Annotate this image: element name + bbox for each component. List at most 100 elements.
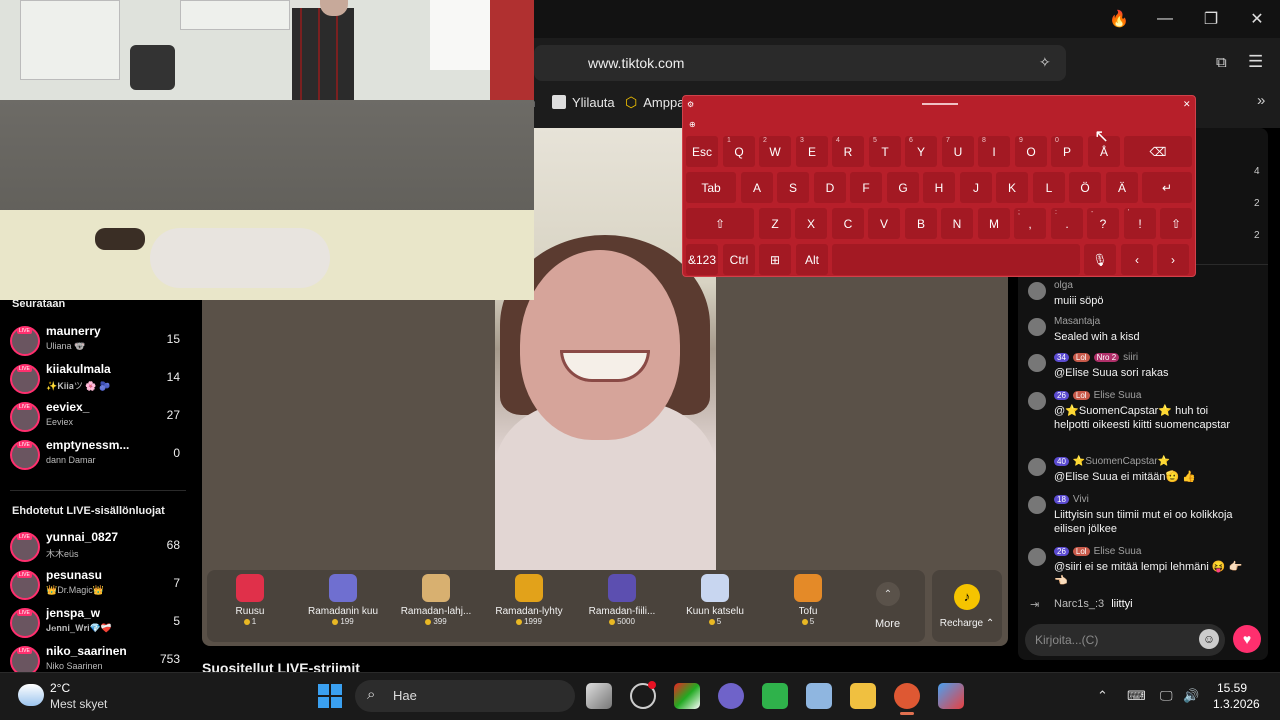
chat-username[interactable]: Elise Suua xyxy=(1094,390,1142,401)
file-explorer-icon[interactable] xyxy=(850,683,876,709)
minimize-button[interactable]: — xyxy=(1142,0,1188,38)
like-heart-button[interactable]: ♥ xyxy=(1233,625,1261,653)
key-o[interactable]: 9O xyxy=(1015,136,1047,167)
start-button[interactable] xyxy=(318,684,342,708)
clock-date[interactable]: 1.3.2026 xyxy=(1213,697,1260,711)
gift-item[interactable]: Ruusu 1 xyxy=(205,574,295,626)
key-tab[interactable]: Tab xyxy=(686,172,736,203)
flame-icon[interactable]: 🔥 xyxy=(1096,0,1142,38)
key-⊞[interactable]: ⊞ xyxy=(759,244,791,275)
key-🎙[interactable]: 🎙 xyxy=(1084,244,1116,275)
key-h[interactable]: H xyxy=(923,172,955,203)
duckduckgo-icon[interactable] xyxy=(894,683,920,709)
emoji-icon[interactable]: ☺ xyxy=(1199,629,1219,649)
key-j[interactable]: J xyxy=(960,172,992,203)
volume-icon[interactable]: 🔊 xyxy=(1183,688,1199,704)
key-f[interactable]: F xyxy=(850,172,882,203)
gift-item[interactable]: Ramadan-fiili... 5000 xyxy=(577,574,667,626)
gift-item[interactable]: Ramadanin kuu 199 xyxy=(298,574,388,626)
key-?[interactable]: -? xyxy=(1087,208,1119,239)
key-space[interactable] xyxy=(832,244,1080,275)
calculator-icon[interactable] xyxy=(806,683,832,709)
keyboard-close-icon[interactable]: ✕ xyxy=(1183,99,1191,110)
gift-item[interactable]: Tofu 5 xyxy=(763,574,853,626)
weather-icon[interactable] xyxy=(18,684,44,706)
user-row[interactable]: LIVE kiiakulmala ✨𝐊𝐢𝐢𝐚ツ 🌸 🫐 14 xyxy=(10,360,190,396)
key-.[interactable]: :. xyxy=(1051,208,1083,239)
key-esc[interactable]: Esc xyxy=(686,136,718,167)
app-icon[interactable] xyxy=(674,683,700,709)
taskbar-search[interactable]: ⌕ Hae xyxy=(355,680,575,712)
key-n[interactable]: N xyxy=(941,208,973,239)
user-row[interactable]: LIVE eeviex_ Eeviex 27 xyxy=(10,398,190,434)
key-r[interactable]: 4R xyxy=(832,136,864,167)
key-g[interactable]: G xyxy=(887,172,919,203)
tabs-icon[interactable]: ⧉ xyxy=(1216,54,1227,71)
chat-input[interactable]: Kirjoita...(C) ☺ xyxy=(1025,624,1225,656)
key-alt[interactable]: Alt xyxy=(796,244,828,275)
key-l[interactable]: L xyxy=(1033,172,1065,203)
chat-username[interactable]: Vivi xyxy=(1073,494,1089,505)
key-k[interactable]: K xyxy=(996,172,1028,203)
key-ctrl[interactable]: Ctrl xyxy=(723,244,755,275)
key-x[interactable]: X xyxy=(795,208,827,239)
keyboard-settings-icon[interactable]: ⚙ xyxy=(687,100,694,109)
key-z[interactable]: Z xyxy=(759,208,791,239)
key-t[interactable]: 5T xyxy=(869,136,901,167)
keyboard-drag-handle[interactable] xyxy=(922,103,958,105)
assistant-icon[interactable]: ✧ xyxy=(1039,54,1051,71)
clock-time[interactable]: 15.59 xyxy=(1217,681,1247,695)
chat-username[interactable]: Elise Suua xyxy=(1094,546,1142,557)
user-row[interactable]: LIVE maunerry Uliana 🐨 15 xyxy=(10,322,190,358)
key-u[interactable]: 7U xyxy=(942,136,974,167)
task-view-icon[interactable] xyxy=(586,683,612,709)
key-m[interactable]: M xyxy=(978,208,1010,239)
key-⇧[interactable]: ⇧ xyxy=(1160,208,1192,239)
chat-username[interactable]: siiri xyxy=(1123,352,1138,363)
chat-username[interactable]: ⭐SuomenCapstar⭐ xyxy=(1073,456,1170,467)
key-↵[interactable]: ↵ xyxy=(1142,172,1192,203)
user-row[interactable]: LIVE emptynessm... dann Damar 0 xyxy=(10,436,190,472)
key-q[interactable]: 1Q xyxy=(723,136,755,167)
weather-desc[interactable]: Mest skyet xyxy=(50,697,107,711)
tray-overflow-icon[interactable]: ⌃ xyxy=(1097,688,1108,704)
more-gifts-button[interactable]: ⌃ xyxy=(876,582,900,606)
app-icon[interactable] xyxy=(718,683,744,709)
bookmark-ylilauta[interactable]: Ylilauta xyxy=(552,92,615,112)
key-ö[interactable]: Ö xyxy=(1069,172,1101,203)
gift-item[interactable]: Ramadan-lyhty 1999 xyxy=(484,574,574,626)
chat-username[interactable]: Masantaja xyxy=(1054,316,1100,327)
key-⌫[interactable]: ⌫ xyxy=(1124,136,1192,167)
key-y[interactable]: 6Y xyxy=(905,136,937,167)
address-bar[interactable]: www.tiktok.com ✧ xyxy=(534,45,1066,81)
app-icon[interactable] xyxy=(762,683,788,709)
key-a[interactable]: A xyxy=(741,172,773,203)
keyboard-tray-icon[interactable]: ⌨ xyxy=(1127,688,1146,704)
key-⇧[interactable]: ⇧ xyxy=(686,208,754,239)
restore-button[interactable]: ❐ xyxy=(1188,0,1234,38)
gift-item[interactable]: Kuun katselu 5 xyxy=(670,574,760,626)
key-i[interactable]: 8I xyxy=(978,136,1010,167)
app-icon[interactable] xyxy=(938,683,964,709)
bookmark-amppa[interactable]: ⬡ Amppa xyxy=(625,92,684,112)
more-bookmarks-icon[interactable]: » xyxy=(1257,92,1265,109)
key-ä[interactable]: Ä xyxy=(1106,172,1138,203)
key-b[interactable]: B xyxy=(905,208,937,239)
key-‹[interactable]: ‹ xyxy=(1121,244,1153,275)
key-v[interactable]: V xyxy=(868,208,900,239)
key-&123[interactable]: &123 xyxy=(686,244,718,275)
user-row[interactable]: LIVE jenspa_w 𝐉𝐞𝐧𝐧𝐢_𝐖𝐫𝐢💎❤️‍🩹 5 xyxy=(10,604,190,640)
key-e[interactable]: 3E xyxy=(796,136,828,167)
weather-temp[interactable]: 2°C xyxy=(50,681,70,695)
network-icon[interactable]: 🖵 xyxy=(1160,688,1173,704)
clipboard-icon[interactable]: ⊕ xyxy=(689,120,696,129)
gift-item[interactable]: Ramadan-lahj... 399 xyxy=(391,574,481,626)
key-c[interactable]: C xyxy=(832,208,864,239)
recharge-button[interactable]: ♪ Recharge ⌃ xyxy=(932,570,1002,642)
key-p[interactable]: 0P xyxy=(1051,136,1083,167)
key-,[interactable]: ;, xyxy=(1014,208,1046,239)
key-›[interactable]: › xyxy=(1157,244,1189,275)
close-button[interactable]: ✕ xyxy=(1234,0,1280,38)
chat-username[interactable]: olga xyxy=(1054,280,1073,291)
key-w[interactable]: 2W xyxy=(759,136,791,167)
